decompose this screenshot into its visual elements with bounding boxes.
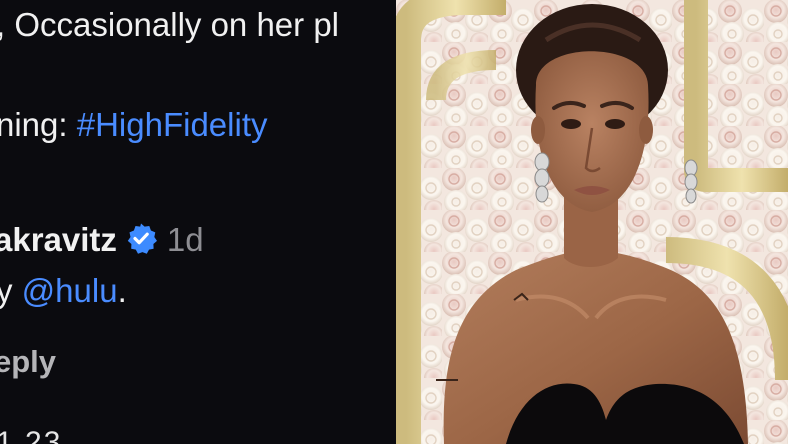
- mention-link[interactable]: @hulu: [22, 272, 118, 309]
- verified-badge-icon: [125, 222, 157, 254]
- split-screenshot: , Occasionally on her pl ning: #HighFide…: [0, 0, 788, 444]
- portrait-photo: [396, 0, 788, 444]
- comment-text: .: [117, 272, 127, 309]
- comment-thread-panel: , Occasionally on her pl ning: #HighFide…: [0, 0, 396, 444]
- comment-text-line: , Occasionally on her pl: [0, 6, 340, 43]
- hashtag-link[interactable]: #HighFidelity: [77, 106, 268, 143]
- comment-header: akravitz 1d: [0, 222, 204, 256]
- comment-timestamp: 1d: [166, 221, 204, 258]
- reply-button[interactable]: eply: [0, 344, 56, 380]
- comment-text-line: ning: #HighFidelity: [0, 108, 267, 141]
- comment-text: y: [0, 272, 13, 309]
- comment-text-line: 1 23: [0, 426, 63, 444]
- comment-text: ning:: [0, 106, 77, 143]
- username-link[interactable]: akravitz: [0, 221, 117, 258]
- comment-text-line: y @hulu.: [0, 274, 127, 307]
